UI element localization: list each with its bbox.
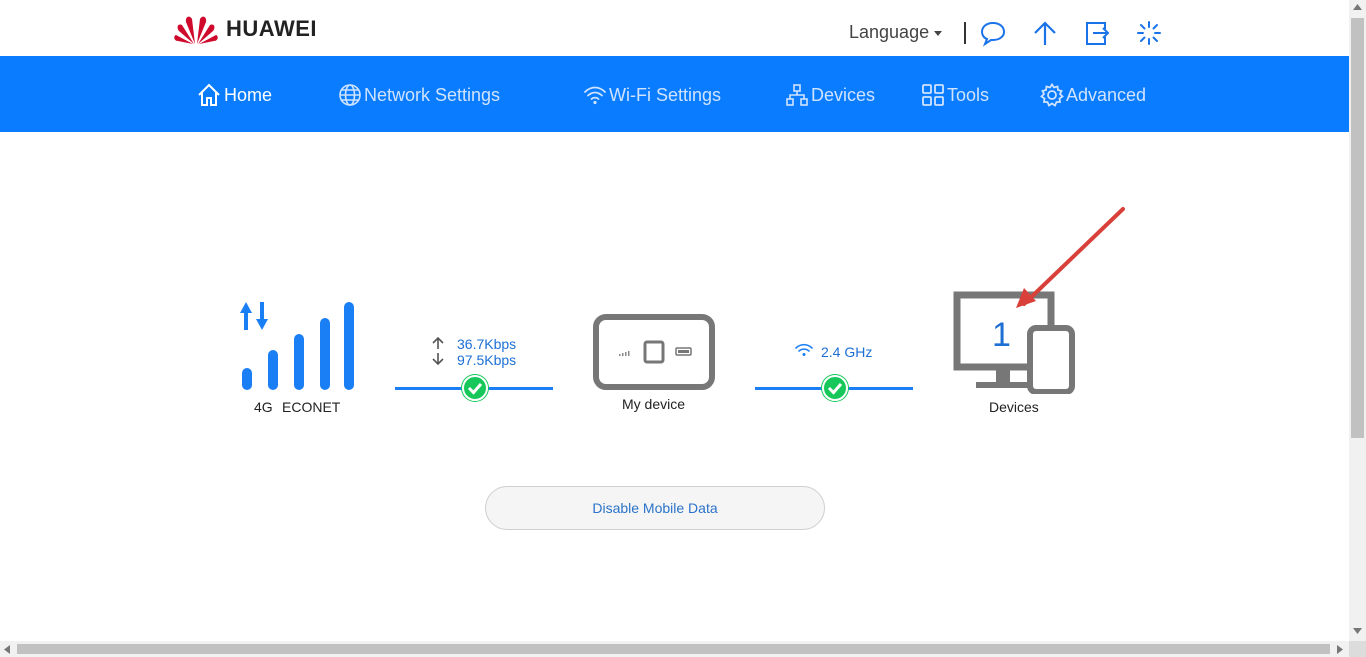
wifi-status-check — [822, 375, 848, 401]
scroll-up-icon[interactable] — [1353, 4, 1362, 10]
operator-name: ECONET — [282, 399, 341, 415]
scrollbar-corner — [1349, 641, 1366, 657]
scroll-down-icon[interactable] — [1353, 628, 1362, 634]
arrow-down-icon — [432, 353, 444, 366]
nav-item-label: Advanced — [1066, 84, 1147, 105]
huawei-logo[interactable]: HUAWEI — [174, 13, 317, 45]
wan-status-check — [462, 375, 488, 401]
upload-speed: 36.7Kbps — [457, 336, 517, 352]
caret-down-icon — [934, 30, 943, 36]
header-divider — [964, 22, 966, 44]
nav-item-tools[interactable]: Tools — [921, 81, 989, 109]
nav-item-wifi-settings[interactable]: Wi-Fi Settings — [583, 81, 721, 109]
check-icon — [827, 383, 843, 395]
arrow-up-icon — [432, 336, 444, 349]
nav-item-devices[interactable]: Devices — [785, 81, 875, 109]
upload-icon[interactable] — [1031, 19, 1059, 47]
scroll-right-icon[interactable] — [1337, 645, 1343, 654]
network-type: 4G — [254, 399, 273, 415]
home-icon — [198, 83, 220, 106]
devices-count[interactable]: 1 — [992, 316, 1011, 355]
signal-strength-icon — [240, 302, 354, 390]
language-dropdown[interactable]: Language — [849, 22, 943, 43]
nav-item-home[interactable]: Home — [196, 81, 272, 109]
vertical-scrollbar[interactable] — [1349, 0, 1366, 641]
nav-item-label: Wi-Fi Settings — [609, 84, 722, 105]
router-icon[interactable] — [593, 314, 715, 390]
nav-item-label: Tools — [947, 84, 990, 105]
nav-item-network-settings[interactable]: Network Settings — [338, 81, 500, 109]
nav-item-label: Network Settings — [364, 84, 501, 105]
nav-item-label: Devices — [811, 84, 876, 105]
check-icon — [467, 383, 483, 395]
globe-icon — [339, 84, 361, 106]
wifi-small-icon — [795, 343, 813, 356]
router-label: My device — [622, 396, 686, 412]
vertical-scroll-thumb[interactable] — [1351, 18, 1364, 438]
nav-item-advanced[interactable]: Advanced — [1040, 81, 1146, 109]
message-icon[interactable] — [979, 19, 1007, 47]
brand-name: HUAWEI — [226, 16, 317, 41]
top-header: HUAWEI Language — [0, 0, 1349, 56]
annotation-arrow-icon — [1016, 207, 1125, 308]
tools-icon — [922, 84, 944, 106]
disable-mobile-data-button[interactable]: Disable Mobile Data — [485, 486, 825, 530]
devices-label: Devices — [989, 399, 1039, 415]
nav-item-label: Home — [224, 84, 273, 105]
scroll-left-icon[interactable] — [4, 645, 10, 654]
download-speed: 97.5Kbps — [457, 352, 517, 368]
wifi-band: 2.4 GHz — [821, 344, 873, 360]
huawei-flower-icon — [174, 16, 218, 44]
main-nav: Home Network Settings Wi-Fi Settings Dev… — [0, 56, 1349, 132]
horizontal-scrollbar[interactable] — [0, 641, 1349, 657]
wifi-icon — [584, 86, 606, 105]
language-label: Language — [849, 22, 930, 42]
logout-icon[interactable] — [1083, 19, 1111, 47]
network-icon — [786, 84, 808, 106]
loading-icon[interactable] — [1135, 19, 1163, 47]
gear-icon — [1040, 83, 1064, 107]
horizontal-scroll-thumb[interactable] — [17, 644, 1330, 654]
